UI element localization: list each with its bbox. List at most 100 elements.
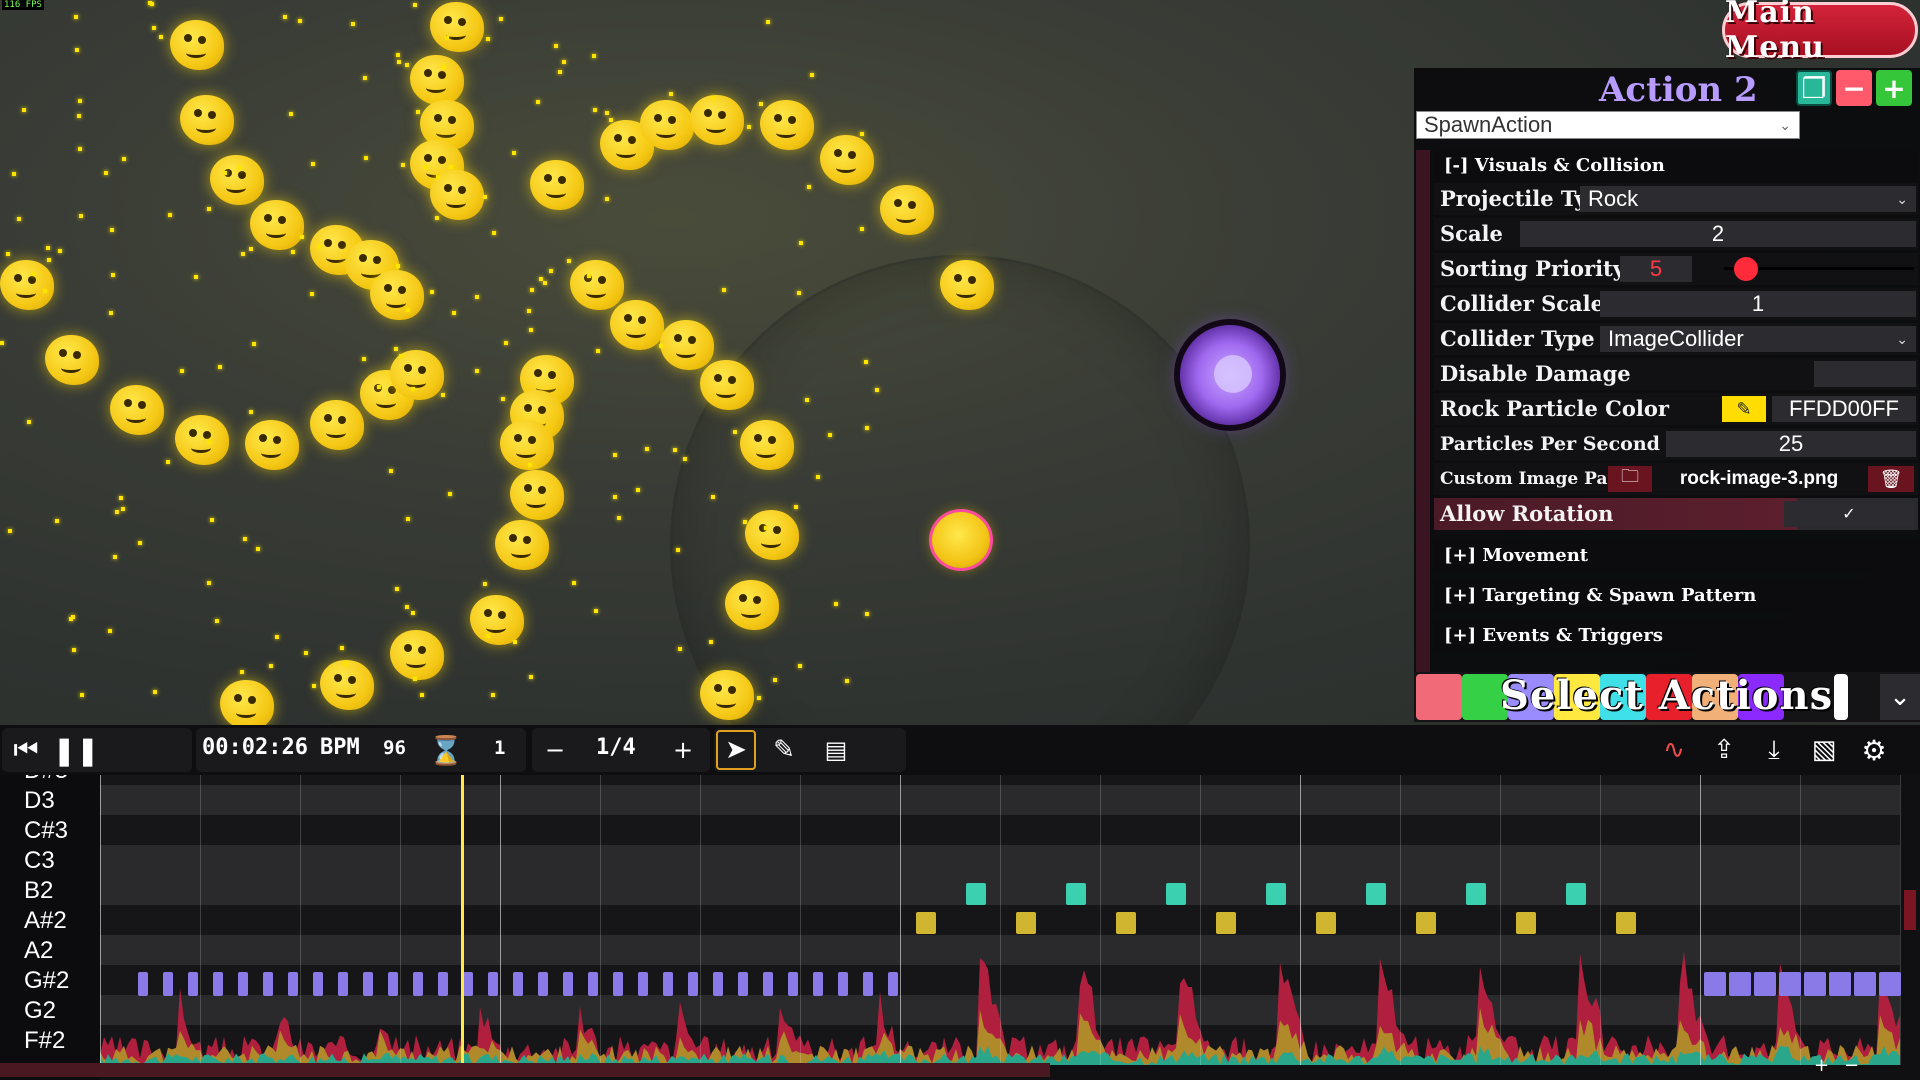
note-block[interactable]	[588, 972, 598, 996]
piano-roll[interactable]: D#3 D3 C#3 C3 B2 A#2 A2 G#2 G2 F#2 + −	[0, 775, 1920, 1080]
select-actions-label[interactable]: Select Actions	[1500, 672, 1833, 719]
note-block[interactable]	[1616, 912, 1636, 934]
note-block[interactable]	[863, 972, 873, 996]
duplicate-action-button[interactable]: ❐	[1796, 70, 1832, 106]
note-block[interactable]	[1466, 883, 1486, 905]
note-block[interactable]	[538, 972, 548, 996]
note-block[interactable]	[1016, 912, 1036, 934]
note-block[interactable]	[713, 972, 723, 996]
section-visuals-collision[interactable]: [-] Visuals & Collision	[1434, 150, 1918, 182]
zoom-out-button[interactable]: −	[1844, 1055, 1859, 1076]
browse-image-button[interactable]: 🗀	[1608, 466, 1652, 492]
note-block[interactable]	[413, 972, 423, 996]
bpm-value[interactable]: 96	[383, 737, 406, 759]
note-block[interactable]	[738, 972, 748, 996]
note-block[interactable]	[1116, 912, 1136, 934]
select-tool-button[interactable]: ➤	[716, 730, 756, 770]
note-block[interactable]	[213, 972, 223, 996]
note-block[interactable]	[363, 972, 373, 996]
particles-per-second-input[interactable]: 25	[1666, 431, 1916, 457]
note-block[interactable]	[563, 972, 573, 996]
zoom-in-button[interactable]: +	[1814, 1055, 1829, 1076]
download-button[interactable]: ⤓	[1754, 730, 1794, 770]
note-block[interactable]	[438, 972, 448, 996]
note-block[interactable]	[1566, 883, 1586, 905]
note-block[interactable]	[1829, 972, 1851, 996]
main-menu-button[interactable]: Main Menu	[1722, 0, 1918, 65]
note-block[interactable]	[1704, 972, 1726, 996]
note-block[interactable]	[313, 972, 323, 996]
note-block[interactable]	[838, 972, 848, 996]
custom-image-path-value[interactable]: rock-image-3.png	[1656, 466, 1862, 492]
playhead[interactable]	[461, 775, 464, 1065]
division-increase-button[interactable]: +	[668, 730, 698, 770]
note-block[interactable]	[1216, 912, 1236, 934]
note-block[interactable]	[1416, 912, 1436, 934]
note-block[interactable]	[1066, 883, 1086, 905]
sorting-priority-input[interactable]: 5	[1620, 256, 1692, 282]
note-block[interactable]	[688, 972, 698, 996]
vertical-scrollbar[interactable]	[1904, 890, 1916, 930]
note-block[interactable]	[638, 972, 648, 996]
note-block[interactable]	[463, 972, 473, 996]
note-block[interactable]	[1366, 883, 1386, 905]
note-block[interactable]	[1879, 972, 1901, 996]
note-block[interactable]	[1729, 972, 1751, 996]
scale-input[interactable]: 2	[1520, 221, 1916, 247]
disable-damage-toggle[interactable]	[1814, 361, 1916, 387]
note-block[interactable]	[1779, 972, 1801, 996]
quantize-steps[interactable]: 1	[494, 737, 505, 759]
note-block[interactable]	[916, 912, 936, 934]
action-type-dropdown[interactable]: SpawnAction ⌄	[1416, 111, 1800, 139]
draw-tool-button[interactable]: ✎	[762, 730, 806, 770]
note-block[interactable]	[1516, 912, 1536, 934]
note-block[interactable]	[763, 972, 773, 996]
waveform-button[interactable]: ∿	[1654, 730, 1694, 770]
note-block[interactable]	[163, 972, 173, 996]
settings-button[interactable]: ⚙	[1854, 730, 1894, 770]
collider-type-dropdown[interactable]: ImageCollider ⌄	[1600, 326, 1916, 352]
note-block[interactable]	[888, 972, 898, 996]
rewind-button[interactable]: ⏮	[6, 730, 46, 770]
projectile-type-dropdown[interactable]: Rock ⌄	[1580, 186, 1916, 212]
allow-rotation-checkbox[interactable]: ✓	[1784, 501, 1914, 527]
action-swatch[interactable]	[1416, 674, 1462, 720]
note-block[interactable]	[1804, 972, 1826, 996]
pause-button[interactable]: ❚❚	[53, 730, 100, 770]
note-block[interactable]	[338, 972, 348, 996]
color-picker-button[interactable]: ✎	[1722, 396, 1766, 422]
quantize-button[interactable]: ⌛	[428, 730, 464, 770]
image-button[interactable]: ▧	[1804, 730, 1844, 770]
note-block[interactable]	[788, 972, 798, 996]
note-block[interactable]	[188, 972, 198, 996]
collider-scale-input[interactable]: 1	[1600, 291, 1916, 317]
rock-particle-color-input[interactable]: FFDD00FF	[1772, 396, 1916, 422]
add-action-button[interactable]: +	[1876, 70, 1912, 106]
note-block[interactable]	[1854, 972, 1876, 996]
note-block[interactable]	[288, 972, 298, 996]
sorting-priority-slider-handle[interactable]	[1734, 257, 1758, 281]
note-block[interactable]	[263, 972, 273, 996]
section-events-triggers[interactable]: [+] Events & Triggers	[1434, 620, 1918, 652]
clear-image-button[interactable]: 🗑	[1868, 466, 1914, 492]
note-block[interactable]	[513, 972, 523, 996]
note-block[interactable]	[1754, 972, 1776, 996]
section-targeting-spawn-pattern[interactable]: [+] Targeting & Spawn Pattern	[1434, 580, 1918, 612]
note-block[interactable]	[813, 972, 823, 996]
note-block[interactable]	[238, 972, 248, 996]
note-block[interactable]	[488, 972, 498, 996]
horizontal-scrollbar[interactable]	[0, 1063, 1050, 1077]
note-block[interactable]	[1316, 912, 1336, 934]
section-movement[interactable]: [+] Movement	[1434, 540, 1918, 572]
division-decrease-button[interactable]: −	[540, 730, 570, 770]
action-swatch[interactable]	[1834, 674, 1848, 720]
upload-button[interactable]: ⇪	[1704, 730, 1744, 770]
paint-tool-button[interactable]: ▤	[814, 730, 858, 770]
note-block[interactable]	[966, 883, 986, 905]
action-bar-dropdown[interactable]: ⌄	[1880, 674, 1920, 720]
note-block[interactable]	[613, 972, 623, 996]
note-block[interactable]	[1166, 883, 1186, 905]
remove-action-button[interactable]: −	[1836, 70, 1872, 106]
note-block[interactable]	[388, 972, 398, 996]
note-block[interactable]	[138, 972, 148, 996]
